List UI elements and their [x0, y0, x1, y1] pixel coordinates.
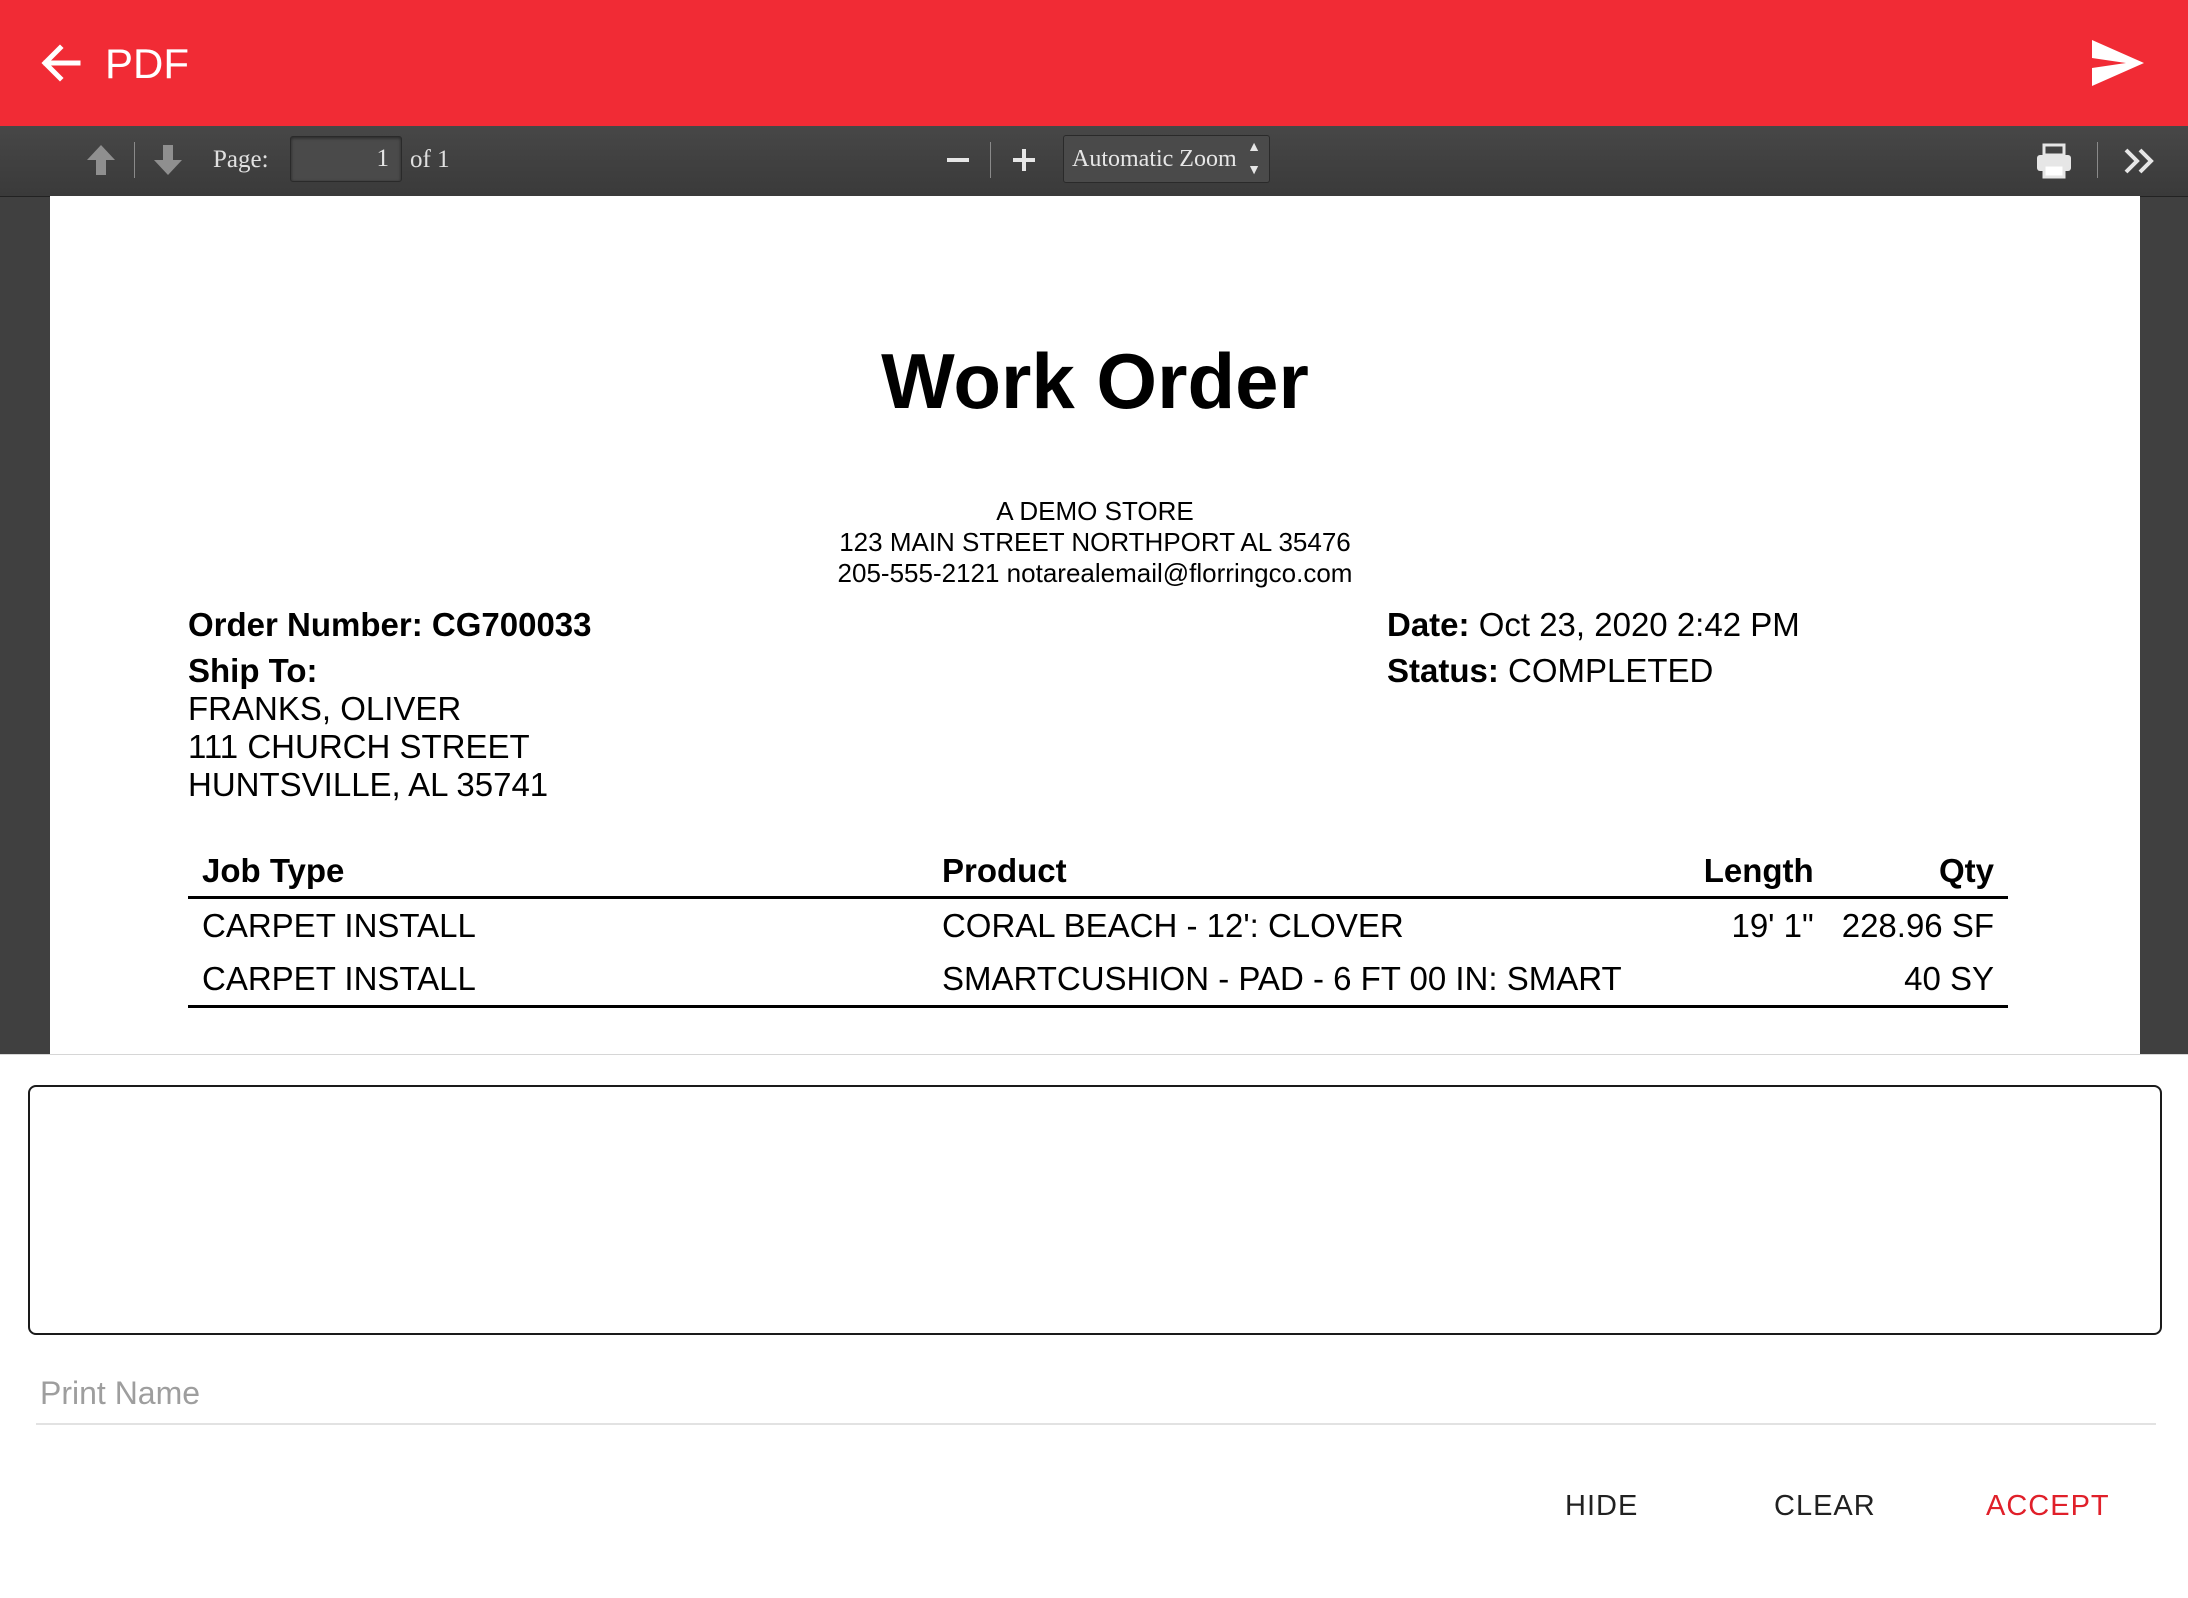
next-page-icon[interactable] [151, 142, 185, 178]
document-title: Work Order [881, 337, 1309, 425]
tools-icon[interactable] [2122, 144, 2158, 178]
zoom-select[interactable]: Automatic Zoom ▲ ▼ [1063, 135, 1270, 183]
column-header-job-type: Job Type [188, 844, 928, 899]
print-icon[interactable] [2034, 142, 2074, 180]
cell-product: SMARTCUSHION - PAD - 6 FT 00 IN: SMART [927, 952, 1636, 1008]
app-bar-title: PDF [105, 40, 189, 87]
status-label: Status: [1387, 652, 1499, 689]
cell-length [1635, 952, 1828, 1008]
toolbar-separator [990, 142, 991, 178]
ship-to-label: Ship To: [188, 652, 318, 689]
column-header-qty: Qty [1827, 844, 2008, 899]
arrow-left-icon[interactable] [38, 34, 90, 92]
work-order-items-table: Job Type Product Length Qty CARPET INSTA… [188, 844, 2008, 1008]
pdf-viewer: Page: 1 of 1 Automatic Zoom ▲ ▼ Work Orde… [0, 126, 2188, 1054]
ship-to-street: 111 CHURCH STREET [188, 728, 530, 765]
cell-job-type: CARPET INSTALL [188, 952, 928, 1008]
order-status: Status: COMPLETED [1387, 652, 1713, 690]
page-count: of 1 [410, 146, 450, 173]
ship-to-name: FRANKS, OLIVER [188, 690, 462, 727]
cell-length: 19' 1" [1731, 907, 1814, 944]
date-label: Date: [1387, 606, 1470, 643]
cell-qty: 40 SY [1827, 952, 2008, 1008]
table-row: CARPET INSTALL CORAL BEACH - 12': CLOVER… [188, 898, 2008, 953]
order-date: Date: Oct 23, 2020 2:42 PM [1387, 606, 1800, 644]
table-header-row: Job Type Product Length Qty [188, 844, 2008, 899]
column-header-length: Length [1635, 844, 1828, 899]
cell-product: CORAL BEACH - 12': CLOVER [941, 907, 1404, 944]
select-arrows-icon: ▲ ▼ [1247, 140, 1261, 178]
previous-page-icon[interactable] [84, 142, 118, 178]
zoom-out-icon[interactable] [944, 146, 972, 174]
toolbar-separator [2097, 142, 2098, 178]
store-name: A DEMO STORE [996, 496, 1194, 526]
cell-job-type: CARPET INSTALL [202, 907, 476, 944]
date-value: Oct 23, 2020 2:42 PM [1478, 606, 1800, 643]
order-number: Order Number: CG700033 [188, 606, 592, 644]
page-label: Page: [213, 146, 269, 173]
store-contact: 205-555-2121 notarealemail@florringco.co… [837, 558, 1353, 588]
order-number-value: CG700033 [431, 606, 592, 643]
print-name-input[interactable] [36, 1363, 2156, 1425]
column-header-product: Product [927, 844, 1636, 899]
accept-button[interactable]: ACCEPT [1986, 1490, 2110, 1523]
hide-button[interactable]: HIDE [1565, 1490, 1638, 1523]
ship-to-city: HUNTSVILLE, AL 35741 [188, 766, 549, 803]
table-row: CARPET INSTALL SMARTCUSHION - PAD - 6 FT… [188, 952, 2008, 1008]
zoom-in-icon[interactable] [1010, 146, 1038, 174]
store-address: 123 MAIN STREET NORTHPORT AL 35476 [839, 527, 1351, 557]
page-number-input[interactable]: 1 [290, 136, 402, 182]
pdf-page: Work Order A DEMO STORE 123 MAIN STREET … [50, 196, 2140, 1054]
pdf-toolbar: Page: 1 of 1 Automatic Zoom ▲ ▼ [0, 126, 2188, 197]
status-value: COMPLETED [1508, 652, 1714, 689]
clear-button[interactable]: CLEAR [1774, 1490, 1876, 1523]
signature-panel: HIDE CLEAR ACCEPT [0, 1054, 2188, 1598]
zoom-select-value: Automatic Zoom [1072, 146, 1237, 172]
order-number-label: Order Number: [188, 606, 423, 643]
toolbar-separator [134, 142, 135, 178]
signature-pad[interactable] [28, 1085, 2162, 1335]
send-icon[interactable] [2090, 36, 2146, 90]
app-bar: PDF [0, 0, 2188, 126]
cell-qty: 228.96 SF [1841, 907, 1994, 944]
